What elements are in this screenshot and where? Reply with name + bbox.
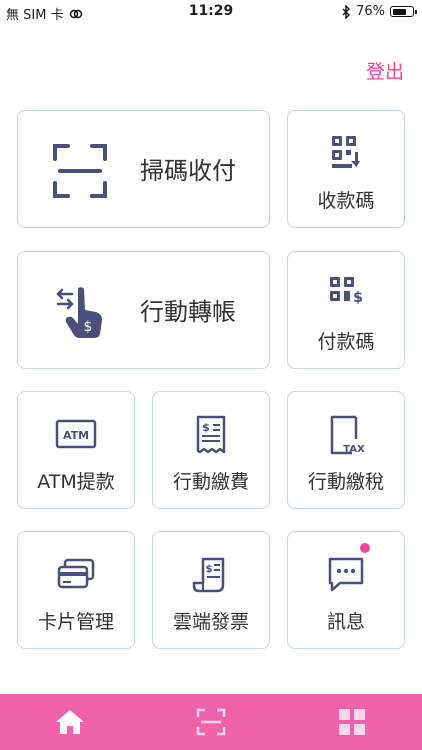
bluetooth-icon (342, 4, 351, 19)
mobile-bill-pay-tile[interactable]: $ 行動繳費 (152, 391, 270, 509)
chat-bubble-icon (328, 557, 364, 592)
qr-receive-icon (332, 136, 360, 168)
tab-scan[interactable] (141, 694, 281, 750)
dollar-symbol: $ (206, 564, 213, 575)
scan-frame-icon (53, 144, 107, 198)
dollar-symbol: $ (353, 290, 363, 306)
scan-pay-tile[interactable]: 掃碼收付 (17, 110, 270, 228)
battery-icon (390, 6, 417, 17)
invoice-scroll-icon: $ (192, 557, 225, 593)
home-icon (56, 710, 84, 734)
tab-grid[interactable] (282, 694, 422, 750)
battery-level (392, 8, 407, 15)
notification-dot (360, 543, 370, 553)
scan-pay-label: 掃碼收付 (140, 157, 236, 185)
receipt-icon: $ (196, 415, 226, 454)
tab-bar (0, 694, 422, 750)
atm-withdraw-tile[interactable]: ATM ATM提款 (17, 391, 135, 509)
qr-pay-icon: $ (330, 277, 363, 306)
cloud-invoice-label: 雲端發票 (172, 611, 249, 633)
tax-document-icon: TAX (330, 415, 365, 455)
scan-icon (196, 708, 226, 736)
dollar-symbol: $ (202, 421, 210, 434)
receive-code-label: 收款碼 (317, 190, 375, 212)
mobile-transfer-tile[interactable]: $ 行動轉帳 (17, 251, 270, 369)
logout-button[interactable]: 登出 (366, 57, 404, 84)
status-right: 76% (342, 4, 417, 19)
dollar-symbol: $ (84, 319, 93, 335)
atm-withdraw-label: ATM提款 (37, 471, 115, 493)
tax-icon-text: TAX (343, 444, 365, 455)
mobile-transfer-label: 行動轉帳 (140, 298, 236, 326)
mobile-tax-pay-tile[interactable]: TAX 行動繳稅 (287, 391, 405, 509)
atm-icon-text: ATM (63, 429, 89, 442)
messages-label: 訊息 (326, 611, 365, 633)
card-management-tile[interactable]: 卡片管理 (17, 531, 135, 649)
mobile-bill-pay-label: 行動繳費 (172, 471, 249, 493)
cards-icon (57, 558, 95, 589)
messages-tile[interactable]: 訊息 (287, 531, 405, 649)
grid-icon (339, 709, 365, 735)
card-management-label: 卡片管理 (37, 611, 114, 633)
battery-percent: 76% (356, 4, 385, 19)
atm-icon: ATM (55, 419, 97, 449)
pay-code-label: 付款碼 (317, 331, 375, 353)
pay-code-tile[interactable]: $ 付款碼 (287, 251, 405, 369)
cloud-invoice-tile[interactable]: $ 雲端發票 (152, 531, 270, 649)
tab-home[interactable] (0, 694, 140, 750)
receive-code-tile[interactable]: 收款碼 (287, 110, 405, 228)
status-bar: 無 SIM 卡 11:29 76% (0, 0, 422, 24)
mobile-tax-pay-label: 行動繳稅 (307, 471, 384, 493)
hand-transfer-icon: $ (56, 287, 102, 338)
